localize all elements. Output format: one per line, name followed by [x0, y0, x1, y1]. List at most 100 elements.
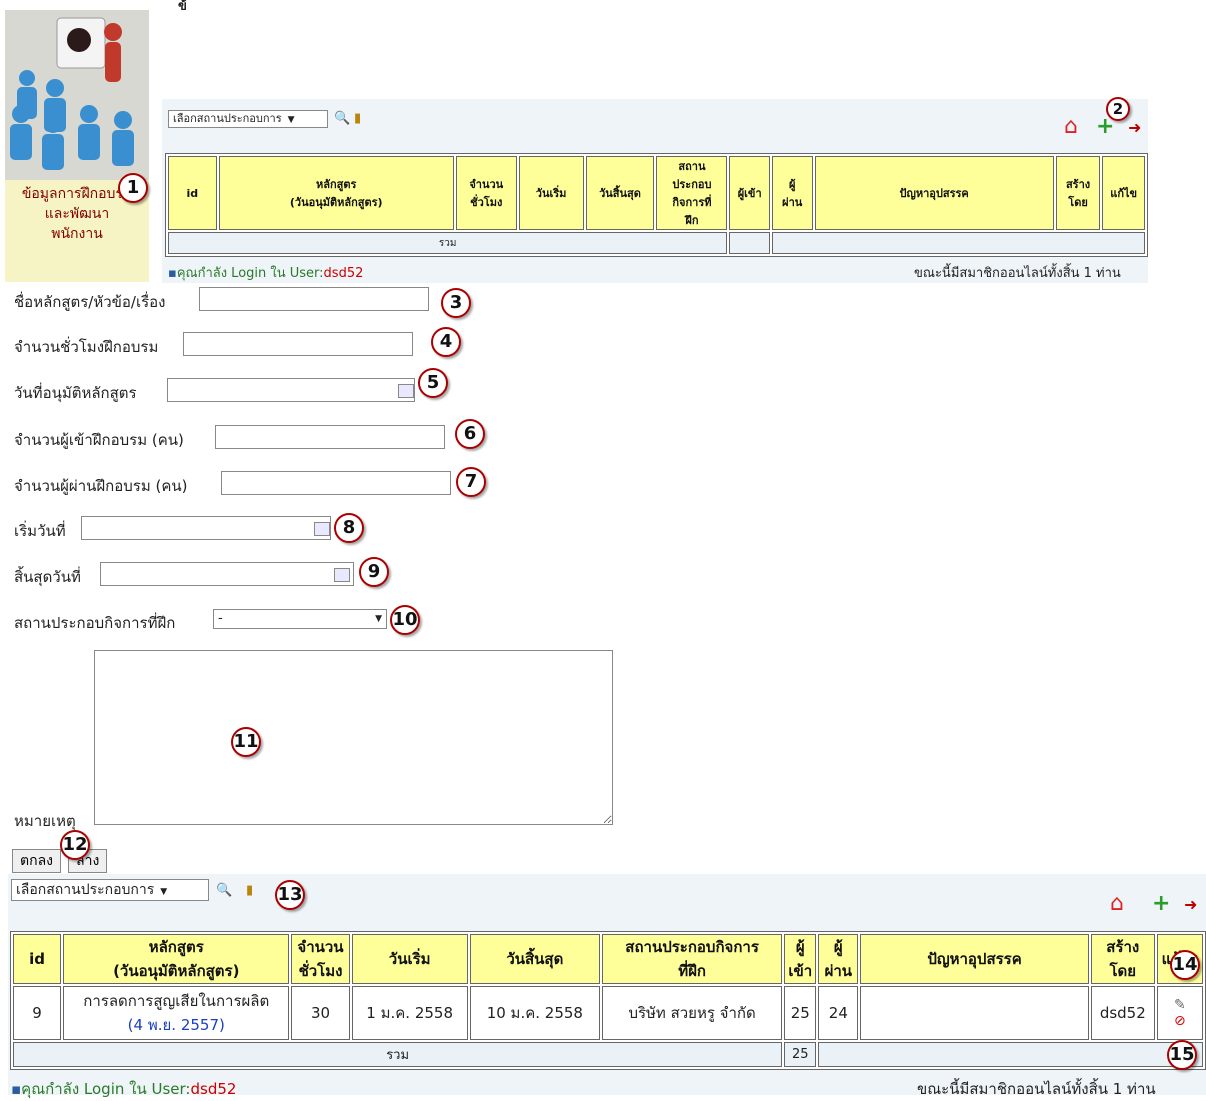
- add-record-icon[interactable]: +: [1152, 893, 1170, 915]
- logout-icon[interactable]: ➜: [1184, 896, 1197, 914]
- cell-attendees: 25: [784, 986, 817, 1040]
- home-icon[interactable]: ⌂: [1064, 116, 1078, 138]
- marker-8: 8: [334, 513, 364, 543]
- col-created-by[interactable]: สร้าง โดย: [1090, 934, 1155, 984]
- remark-textarea[interactable]: [94, 650, 613, 825]
- search-icon[interactable]: 🔍: [334, 112, 350, 126]
- cell-created-by: dsd52: [1090, 986, 1155, 1040]
- approve-date-input[interactable]: [167, 378, 415, 402]
- hours-label: จำนวนชั่วโมงฝึกอบรม: [14, 338, 159, 356]
- cell-end: 10 ม.ค. 2558: [469, 986, 600, 1040]
- col-end[interactable]: วันสิ้นสุด: [469, 934, 600, 984]
- passed-label: จำนวนผู้ผ่านฝึกอบรม (คน): [14, 477, 188, 495]
- marker-5: 5: [418, 368, 448, 398]
- bottom-online-count: ขณะนี้มีสมาชิกออนไลน์ทั้งสิ้น 1 ท่าน: [917, 1080, 1156, 1098]
- col-start[interactable]: วันเริ่ม: [518, 156, 584, 230]
- top-total-attendees: [729, 232, 770, 254]
- delete-icon[interactable]: ⊘: [1159, 1013, 1201, 1029]
- col-end[interactable]: วันสิ้นสุด: [585, 156, 655, 230]
- calendar-icon[interactable]: [334, 568, 350, 582]
- hours-input[interactable]: [183, 332, 413, 356]
- home-icon[interactable]: ⌂: [1110, 893, 1124, 915]
- calendar-icon[interactable]: [398, 384, 414, 398]
- marker-3: 3: [441, 288, 471, 318]
- marker-7: 7: [456, 467, 486, 497]
- col-created-by[interactable]: สร้าง โดย: [1055, 156, 1101, 230]
- top-workplace-select[interactable]: เลือกสถานประกอบการ ▼: [168, 110, 328, 128]
- marker-2: 2: [1106, 97, 1130, 121]
- calendar-icon[interactable]: [314, 522, 330, 536]
- search-icon[interactable]: 🔍: [216, 884, 232, 898]
- marker-14: 14: [1170, 950, 1200, 980]
- workplace-select[interactable]: - ▼: [213, 609, 387, 629]
- menu-caption-line3: พนักงาน: [51, 226, 103, 242]
- col-start[interactable]: วันเริ่ม: [351, 934, 468, 984]
- cell-hours: 30: [291, 986, 350, 1040]
- end-date-input[interactable]: [100, 562, 354, 586]
- col-passed[interactable]: ผู้ ผ่าน: [771, 156, 813, 230]
- menu-caption-line2: และพัฒนา: [44, 206, 110, 222]
- passed-input[interactable]: [221, 471, 451, 495]
- page-title-cutoff: ข้: [178, 0, 187, 10]
- top-login-status: ▪คุณกำลัง Login ใน User:dsd52: [168, 266, 364, 281]
- start-date-input[interactable]: [81, 516, 331, 540]
- top-online-count: ขณะนี้มีสมาชิกออนไลน์ทั้งสิ้น 1 ท่าน: [914, 266, 1121, 281]
- col-hours[interactable]: จำนวน ชั่วโมง: [291, 934, 350, 984]
- book-icon[interactable]: ▮: [354, 112, 361, 126]
- cell-problems: [860, 986, 1089, 1040]
- bottom-total-attendees: 25: [784, 1042, 817, 1067]
- cell-workplace: บริษัท สวยหรู จำกัด: [601, 986, 783, 1040]
- remark-label: หมายเหตุ: [14, 812, 76, 830]
- col-attendees[interactable]: ผู้เข้า: [784, 934, 817, 984]
- bottom-total-label: รวม: [13, 1042, 783, 1067]
- marker-10: 10: [390, 605, 420, 635]
- marker-12: 12: [60, 830, 90, 860]
- course-name-input[interactable]: [199, 287, 429, 311]
- col-workplace[interactable]: สถานประกอบกิจการที่ฝึก: [601, 934, 783, 984]
- edit-icon[interactable]: ✎: [1159, 997, 1201, 1013]
- start-date-label: เริ่มวันที่: [14, 522, 66, 540]
- logout-icon[interactable]: ➜: [1128, 119, 1141, 137]
- marker-6: 6: [455, 419, 485, 449]
- col-problems[interactable]: ปัญหาอุปสรรค: [814, 156, 1054, 230]
- col-course[interactable]: หลักสูตร (วันอนุมัติหลักสูตร): [63, 934, 290, 984]
- marker-1: 1: [118, 173, 148, 203]
- marker-15: 15: [1167, 1040, 1197, 1070]
- col-problems[interactable]: ปัญหาอุปสรรค: [860, 934, 1089, 984]
- top-training-table: id หลักสูตร (วันอนุมัติหลักสูตร) จำนวน ชั่…: [165, 153, 1148, 257]
- col-hours[interactable]: จำนวน ชั่วโมง: [455, 156, 517, 230]
- bottom-workplace-select[interactable]: เลือกสถานประกอบการ ▼: [11, 879, 209, 901]
- workplace-label: สถานประกอบกิจการที่ฝึก: [14, 614, 176, 632]
- bottom-login-status: ▪คุณกำลัง Login ใน User:dsd52: [11, 1080, 237, 1098]
- marker-9: 9: [359, 557, 389, 587]
- cell-course: การลดการสูญเสียในการผลิต (4 พ.ย. 2557): [63, 986, 290, 1040]
- book-icon[interactable]: ▮: [246, 884, 253, 898]
- approve-date-label: วันที่อนุมัติหลักสูตร: [14, 384, 137, 402]
- training-presentation-illustration: [5, 10, 149, 180]
- marker-13: 13: [275, 880, 305, 910]
- col-attendees[interactable]: ผู้เข้า: [729, 156, 770, 230]
- top-total-label: รวม: [168, 232, 728, 254]
- submit-button[interactable]: ตกลง: [12, 849, 61, 873]
- attendees-input[interactable]: [215, 425, 445, 449]
- training-menu-panel[interactable]: ข้อมูลการฝึกอบรม และพัฒนา พนักงาน: [5, 10, 149, 282]
- col-course[interactable]: หลักสูตร (วันอนุมัติหลักสูตร): [218, 156, 454, 230]
- table-row: 9 การลดการสูญเสียในการผลิต (4 พ.ย. 2557)…: [13, 986, 1203, 1040]
- course-approved-link[interactable]: (4 พ.ย. 2557): [65, 1013, 287, 1037]
- top-total-rest: [771, 232, 1145, 254]
- course-name-label: ชื่อหลักสูตร/หัวข้อ/เรื่อง: [14, 293, 166, 311]
- cell-id: 9: [13, 986, 62, 1040]
- cell-start: 1 ม.ค. 2558: [351, 986, 468, 1040]
- col-id[interactable]: id: [13, 934, 62, 984]
- end-date-label: สิ้นสุดวันที่: [14, 568, 81, 586]
- col-edit[interactable]: แก้ไข: [1102, 156, 1145, 230]
- marker-11: 11: [231, 727, 261, 757]
- attendees-label: จำนวนผู้เข้าฝึกอบรม (คน): [14, 431, 184, 449]
- col-id[interactable]: id: [168, 156, 217, 230]
- bottom-total-rest: [818, 1042, 1203, 1067]
- col-passed[interactable]: ผู้ ผ่าน: [818, 934, 859, 984]
- cell-passed: 24: [818, 986, 859, 1040]
- col-workplace[interactable]: สถานประกอบกิจการที่ฝึก: [656, 156, 728, 230]
- cell-actions: ✎ ⊘: [1156, 986, 1203, 1040]
- bottom-training-table: id หลักสูตร (วันอนุมัติหลักสูตร) จำนวน ชั่…: [10, 931, 1206, 1070]
